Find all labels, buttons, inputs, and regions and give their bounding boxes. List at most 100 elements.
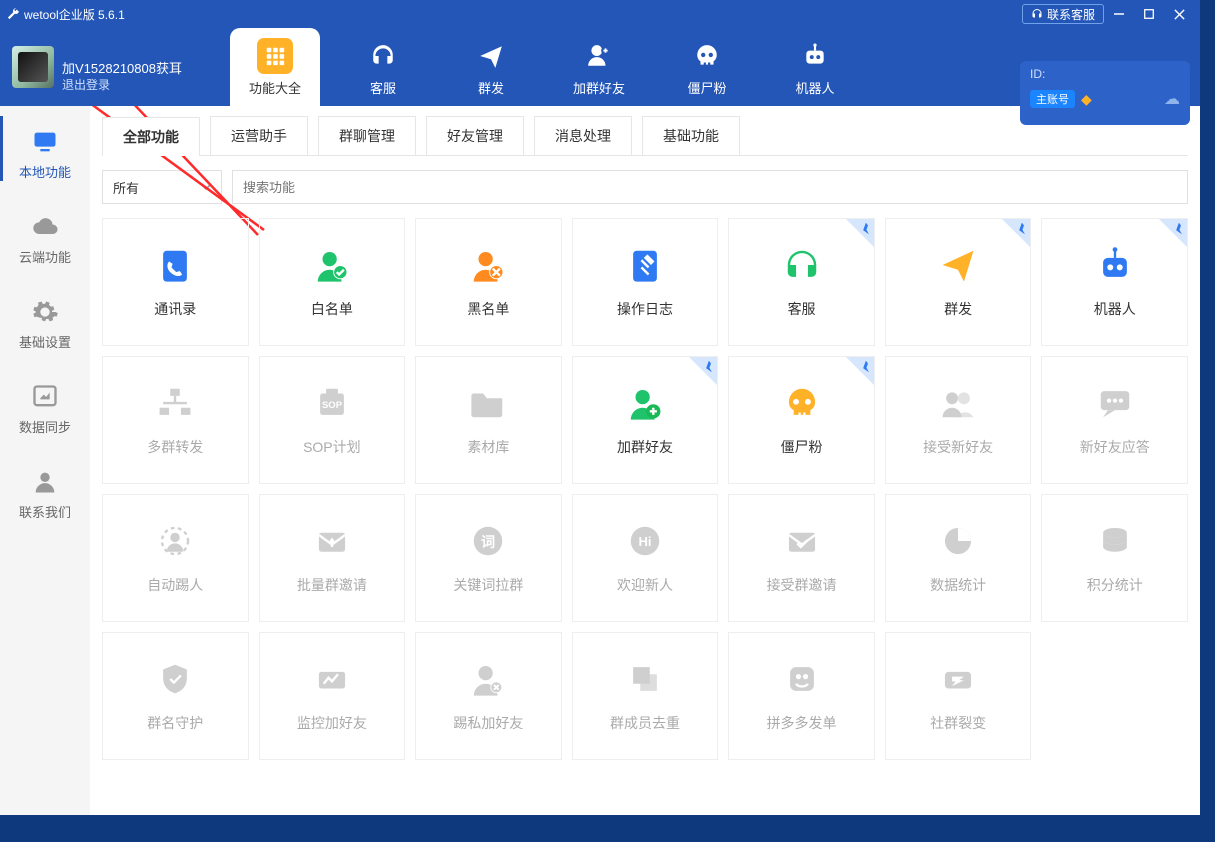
feature-card[interactable]: 素材库 [415, 356, 562, 484]
card-label: 操作日志 [617, 299, 673, 319]
titlebar: wetool企业版 5.6.1 联系客服 [0, 0, 1200, 28]
main-panel: 全部功能 运营助手 群聊管理 好友管理 消息处理 基础功能 所有 通讯录 白名单 黑… [90, 106, 1200, 815]
sidebar-item-settings[interactable]: 基础设置 [0, 276, 90, 361]
headset-icon [1031, 8, 1043, 20]
search-input[interactable] [232, 170, 1188, 204]
skull-icon [689, 38, 725, 74]
gear-icon [31, 298, 59, 326]
vip-diamond-icon: ◆ [1081, 91, 1092, 108]
card-label: 客服 [788, 299, 816, 319]
feature-card[interactable]: 机器人 [1041, 218, 1188, 346]
minimize-button[interactable] [1104, 0, 1134, 28]
feature-card[interactable]: 数据统计 [885, 494, 1032, 622]
close-button[interactable] [1164, 0, 1194, 28]
feature-card[interactable]: 操作日志 [572, 218, 719, 346]
tab-friend[interactable]: 好友管理 [426, 116, 524, 155]
robot-icon [797, 38, 833, 74]
user-plus-icon [581, 38, 617, 74]
person-icon [31, 468, 59, 496]
feature-card[interactable]: Hi欢迎新人 [572, 494, 719, 622]
folder-icon [468, 383, 508, 423]
feature-card[interactable]: 接受群邀请 [728, 494, 875, 622]
sidebar: 本地功能 云端功能 基础设置 数据同步 联系我们 [0, 106, 90, 815]
phone-icon [155, 245, 195, 285]
grid-icon [257, 38, 293, 74]
forward-icon [155, 383, 195, 423]
pin-icon [1159, 219, 1187, 247]
split-icon [938, 659, 978, 699]
card-label: 监控加好友 [297, 713, 367, 733]
cloud-icon [31, 213, 59, 241]
chat-icon [1095, 383, 1135, 423]
feature-card[interactable]: 多群转发 [102, 356, 249, 484]
tab-all[interactable]: 全部功能 [102, 117, 200, 156]
app-title: wetool企业版 5.6.1 [24, 6, 125, 23]
feature-card[interactable]: 拼多多发单 [728, 632, 875, 760]
feature-card[interactable]: 白名单 [259, 218, 406, 346]
dedup-icon [625, 659, 665, 699]
feature-card[interactable]: 监控加好友 [259, 632, 406, 760]
card-label: 接受群邀请 [767, 575, 837, 595]
feature-card[interactable]: 踢私加好友 [415, 632, 562, 760]
contact-support-button[interactable]: 联系客服 [1022, 4, 1104, 24]
main-nav: 功能大全 客服 群发 加群好友 僵尸粉 机器人 [230, 28, 860, 106]
feature-card[interactable]: 客服 [728, 218, 875, 346]
user-plus-icon [625, 383, 665, 423]
send-icon [938, 245, 978, 285]
tab-msg[interactable]: 消息处理 [534, 116, 632, 155]
sidebar-item-sync[interactable]: 数据同步 [0, 361, 90, 446]
card-label: 群名守护 [147, 713, 203, 733]
feature-card[interactable]: 接受新好友 [885, 356, 1032, 484]
log-icon [625, 245, 665, 285]
card-label: 通讯录 [154, 299, 196, 319]
card-label: 白名单 [311, 299, 353, 319]
wrench-icon [6, 7, 20, 21]
card-label: 社群裂变 [930, 713, 986, 733]
feature-card[interactable]: 批量群邀请 [259, 494, 406, 622]
nav-robot[interactable]: 机器人 [770, 28, 860, 106]
filter-select[interactable]: 所有 [102, 170, 222, 204]
avatar[interactable] [12, 46, 54, 88]
send-icon [473, 38, 509, 74]
skull-icon [782, 383, 822, 423]
card-label: 新好友应答 [1080, 437, 1150, 457]
feature-card[interactable]: 加群好友 [572, 356, 719, 484]
card-label: 机器人 [1094, 299, 1136, 319]
sidebar-item-contact[interactable]: 联系我们 [0, 446, 90, 531]
feature-card[interactable]: 群成员去重 [572, 632, 719, 760]
monitor-icon [31, 128, 59, 156]
id-label: ID: [1030, 67, 1180, 81]
sidebar-item-cloud[interactable]: 云端功能 [0, 191, 90, 276]
feature-card[interactable]: 自动踢人 [102, 494, 249, 622]
feature-card[interactable]: 僵尸粉 [728, 356, 875, 484]
keyword-icon: 词 [468, 521, 508, 561]
nav-all-features[interactable]: 功能大全 [230, 28, 320, 106]
feature-card[interactable]: 社群裂变 [885, 632, 1032, 760]
main-account-badge: 主账号 [1030, 90, 1075, 108]
sidebar-item-local[interactable]: 本地功能 [0, 106, 90, 191]
feature-card[interactable]: 积分统计 [1041, 494, 1188, 622]
feature-card[interactable]: 群发 [885, 218, 1032, 346]
feature-card[interactable]: 黑名单 [415, 218, 562, 346]
feature-card[interactable]: SOPSOP计划 [259, 356, 406, 484]
nav-broadcast[interactable]: 群发 [446, 28, 536, 106]
maximize-button[interactable] [1134, 0, 1164, 28]
card-label: 积分统计 [1087, 575, 1143, 595]
tab-group[interactable]: 群聊管理 [318, 116, 416, 155]
nav-service[interactable]: 客服 [338, 28, 428, 106]
feature-card[interactable]: 通讯录 [102, 218, 249, 346]
env-check-icon [782, 521, 822, 561]
tab-ops[interactable]: 运营助手 [210, 116, 308, 155]
nav-zombie[interactable]: 僵尸粉 [662, 28, 752, 106]
card-label: 批量群邀请 [297, 575, 367, 595]
nav-add-group-friend[interactable]: 加群好友 [554, 28, 644, 106]
search-box [232, 170, 1188, 204]
feature-card[interactable]: 群名守护 [102, 632, 249, 760]
tab-basic[interactable]: 基础功能 [642, 116, 740, 155]
robot-icon [1095, 245, 1135, 285]
kick-icon [155, 521, 195, 561]
feature-card[interactable]: 词关键词拉群 [415, 494, 562, 622]
pdd-icon [782, 659, 822, 699]
logout-link[interactable]: 退出登录 [62, 76, 110, 93]
feature-card[interactable]: 新好友应答 [1041, 356, 1188, 484]
